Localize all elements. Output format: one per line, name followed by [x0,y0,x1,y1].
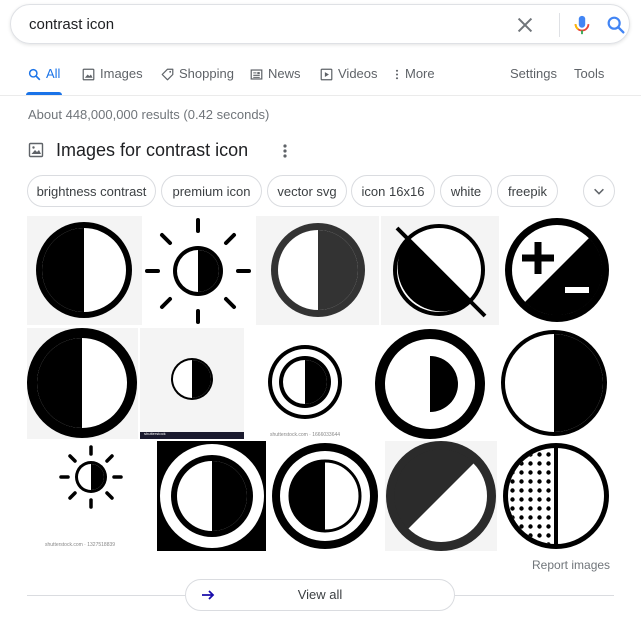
contrast-icon [27,328,137,438]
image-result-thumbnail[interactable]: shutterstock.com · 1666033644 [246,328,365,439]
chip-label: brightness contrast [36,183,147,199]
more-vert-icon [395,69,399,80]
brightness-icon [59,445,123,509]
chip-label: premium icon [172,183,251,199]
image-result-thumbnail[interactable] [496,328,614,439]
image-result-thumbnail[interactable] [268,441,383,551]
image-result-thumbnail[interactable] [157,441,266,551]
chip[interactable]: vector svg [267,175,347,207]
search-divider [559,13,560,37]
tab-settings[interactable]: Settings [510,62,557,95]
divider [27,595,185,596]
tabs-divider [0,95,641,96]
tab-label: Settings [510,66,557,81]
search-input[interactable] [29,5,499,43]
chip[interactable]: white [440,175,492,207]
watermark: shutterstock.com · 1666033644 [270,432,341,438]
tab-more[interactable]: More [394,62,435,95]
tab-news[interactable]: News [250,62,301,95]
chip[interactable]: brightness contrast [27,175,156,207]
watermark: shutterstock.com · 1327518839 [45,542,116,548]
chip[interactable]: premium icon [161,175,262,207]
exposure-icon [505,218,609,322]
contrast-icon [272,443,378,549]
tab-shopping[interactable]: Shopping [161,62,234,95]
contrast-icon [140,358,244,439]
image-result-thumbnail[interactable]: shutterstock [140,328,244,439]
chip-label: freepik [507,183,548,199]
search-icon [28,68,41,81]
refinement-chips: brightness contrast premium icon vector … [27,175,627,207]
image-result-thumbnail[interactable] [501,216,614,325]
image-icon [28,142,44,158]
report-images-link[interactable]: Report images [532,558,610,572]
image-result-thumbnail[interactable] [27,328,138,439]
contrast-icon [501,330,607,436]
image-result-thumbnail[interactable] [27,216,142,325]
contrast-icon [36,222,132,318]
search-bar [10,4,630,44]
tab-label: Videos [338,66,378,81]
tag-icon [161,68,174,81]
tab-label: Shopping [179,66,234,81]
newspaper-icon [250,69,263,80]
tab-all[interactable]: All [25,62,63,95]
search-icon[interactable] [605,14,627,36]
image-result-thumbnail[interactable]: shutterstock.com · 1327518839 [27,441,155,551]
tab-images[interactable]: Images [82,62,143,95]
image-result-thumbnail[interactable] [144,216,253,325]
tab-label: All [46,66,61,81]
image-result-thumbnail[interactable] [367,328,494,439]
contrast-icon [271,223,365,317]
chip-label: white [450,183,482,199]
brightness-icon [145,218,251,324]
tab-label: Images [100,66,143,81]
result-stats: About 448,000,000 results (0.42 seconds) [28,107,270,122]
tab-label: More [405,66,435,81]
images-section-title[interactable]: Images for contrast icon [56,139,248,161]
contrast-icon [160,444,264,548]
tab-label: News [268,66,301,81]
chevron-down-icon [594,188,604,195]
chip[interactable]: icon 16x16 [351,175,435,207]
image-result-thumbnail[interactable] [256,216,379,325]
contrast-icon [375,329,485,439]
image-result-thumbnail[interactable] [381,216,499,325]
close-icon[interactable] [514,14,536,36]
tab-videos[interactable]: Videos [320,62,378,95]
tab-label: Tools [574,66,605,81]
view-all-label: View all [297,587,343,602]
contrast-icon [268,345,342,419]
chips-next-button[interactable] [583,175,615,207]
divider [455,595,614,596]
chip-label: icon 16x16 [361,183,425,199]
tab-tools[interactable]: Tools [574,62,604,95]
image-result-thumbnail[interactable] [385,441,497,551]
chip[interactable]: freepik [497,175,558,207]
contrast-icon [393,224,487,318]
watermark: shutterstock [144,431,166,436]
more-vert-icon[interactable] [280,141,290,161]
contrast-icon [386,441,496,551]
image-icon [82,68,95,81]
chip-label: vector svg [277,183,337,199]
image-result-thumbnail[interactable] [499,441,614,551]
search-tabs: All Images Shopping News Videos More Set… [0,62,641,96]
contrast-icon [503,443,609,549]
view-all-button[interactable]: View all [185,579,455,611]
microphone-icon[interactable] [571,13,593,37]
play-icon [320,68,333,81]
